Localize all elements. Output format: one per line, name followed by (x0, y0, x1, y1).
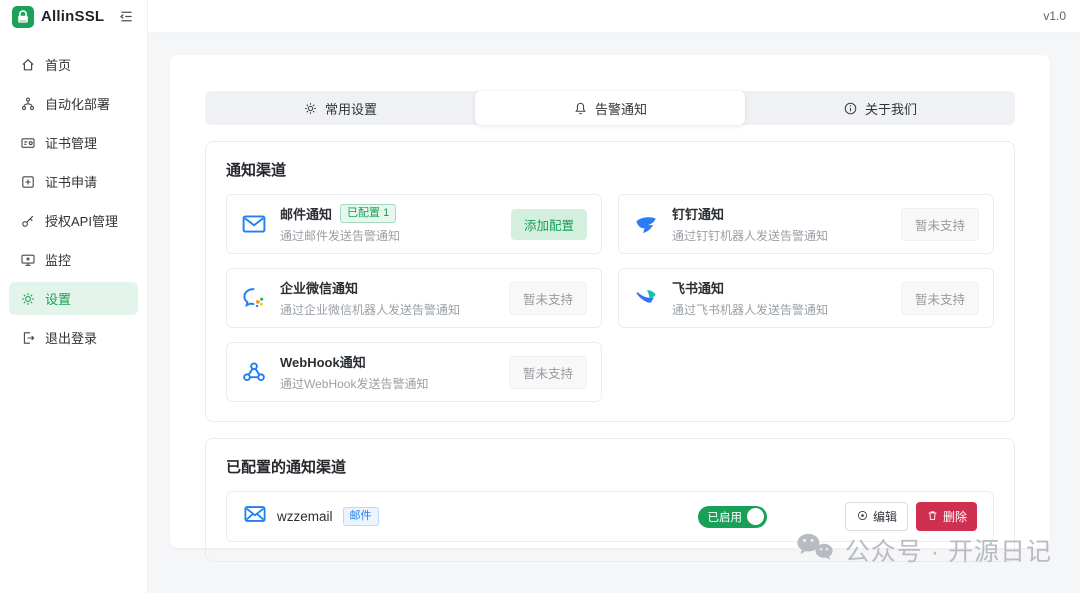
toggle-knob (746, 508, 764, 525)
channel-info: 钉钉通知 通过钉钉机器人发送告警通知 (672, 204, 901, 244)
tab-about-us[interactable]: 关于我们 (745, 91, 1015, 125)
channel-desc: 通过钉钉机器人发送告警通知 (672, 229, 829, 243)
app-title: AllinSSL (41, 8, 105, 25)
toggle-status-label: 已启用 (707, 511, 742, 524)
not-supported-button: 暂未支持 (508, 281, 587, 315)
add-config-button[interactable]: 添加配置 (510, 208, 587, 240)
channel-card-wecom: 企业微信通知 通过企业微信机器人发送告警通知 暂未支持 (226, 268, 602, 328)
channel-info: 飞书通知 通过飞书机器人发送告警通知 (672, 278, 901, 318)
app-logo-lock-icon (12, 5, 34, 28)
settings-tabbar: 常用设置 告警通知 关于我们 (205, 91, 1015, 125)
row-actions: 编辑 删除 (844, 502, 977, 531)
channel-info: WebHook通知 通过WebHook发送告警通知 (280, 352, 509, 392)
feishu-icon (633, 285, 661, 311)
channel-name: 钉钉通知 (672, 207, 725, 222)
not-supported-button: 暂未支持 (508, 355, 587, 389)
sidebar-item-auto-deploy[interactable]: 自动化部署 (9, 87, 138, 120)
tab-label: 常用设置 (324, 101, 377, 117)
monitor-icon (20, 252, 36, 268)
channel-name: 飞书通知 (672, 281, 725, 296)
tab-label: 关于我们 (864, 101, 917, 117)
app-window: AllinSSL 首页 自动化部署 证书管理 证书申请 授权API管理 监控 设… (0, 0, 1080, 593)
settings-card: 常用设置 告警通知 关于我们 通知渠道 邮件通知 已配置 1 通过邮件发送告警通… (170, 55, 1050, 562)
configured-count-badge: 已配置 1 (340, 204, 397, 223)
wechat-icon (795, 531, 835, 569)
sidebar-item-label: 设置 (45, 292, 72, 307)
section-title: 已配置的通知渠道 (226, 459, 347, 476)
channel-card-webhook: WebHook通知 通过WebHook发送告警通知 暂未支持 (226, 342, 602, 402)
sidebar: AllinSSL 首页 自动化部署 证书管理 证书申请 授权API管理 监控 设… (0, 0, 148, 593)
sidebar-item-label: 自动化部署 (45, 97, 111, 112)
enabled-toggle[interactable]: 已启用 (698, 505, 767, 528)
notification-channels-section: 通知渠道 邮件通知 已配置 1 通过邮件发送告警通知 添加配置 钉钉通知 通过钉… (205, 141, 1015, 422)
configured-channel-info: wzzemail 邮件 (243, 502, 698, 531)
configured-channel-name: wzzemail (277, 509, 333, 524)
channel-info: 邮件通知 已配置 1 通过邮件发送告警通知 (280, 204, 511, 244)
channel-card-email: 邮件通知 已配置 1 通过邮件发送告警通知 添加配置 (226, 194, 602, 254)
cert-manage-icon (20, 135, 36, 151)
sidebar-item-monitor[interactable]: 监控 (9, 243, 138, 276)
channel-desc: 通过WebHook发送告警通知 (280, 377, 429, 391)
sidebar-item-logout[interactable]: 退出登录 (9, 321, 138, 354)
email-icon (243, 502, 267, 531)
bell-icon (573, 101, 588, 116)
sidebar-item-label: 授权API管理 (45, 214, 118, 229)
trash-icon (926, 509, 939, 525)
logout-icon (20, 330, 36, 346)
sidebar-item-cert-apply[interactable]: 证书申请 (9, 165, 138, 198)
sidebar-item-label: 退出登录 (45, 331, 98, 346)
sidebar-item-label: 监控 (45, 253, 72, 268)
tab-general-settings[interactable]: 常用设置 (205, 91, 475, 125)
info-icon (843, 101, 858, 116)
sidebar-item-label: 证书申请 (45, 175, 98, 190)
sidebar-item-label: 证书管理 (45, 136, 98, 151)
settings-icon (20, 291, 36, 307)
sidebar-item-settings[interactable]: 设置 (9, 282, 138, 315)
edit-button[interactable]: 编辑 (844, 502, 908, 531)
wecom-icon (241, 285, 269, 311)
cert-apply-icon (20, 174, 36, 190)
channel-name: WebHook通知 (280, 355, 366, 370)
webhook-icon (241, 359, 269, 385)
logo-row: AllinSSL (0, 0, 147, 33)
channel-type-badge: 邮件 (342, 507, 379, 526)
channel-info: 企业微信通知 通过企业微信机器人发送告警通知 (280, 278, 509, 318)
sidebar-item-home[interactable]: 首页 (9, 48, 138, 81)
sidebar-item-cert-manage[interactable]: 证书管理 (9, 126, 138, 159)
watermark-text: 公众号 · 开源日记 (844, 538, 1052, 566)
email-icon (241, 211, 269, 237)
watermark: 公众号 · 开源日记 (795, 531, 1052, 569)
not-supported-button: 暂未支持 (900, 281, 979, 315)
channel-card-feishu: 飞书通知 通过飞书机器人发送告警通知 暂未支持 (618, 268, 994, 328)
channel-desc: 通过飞书机器人发送告警通知 (672, 303, 829, 317)
sidebar-item-api-auth[interactable]: 授权API管理 (9, 204, 138, 237)
content-area: 常用设置 告警通知 关于我们 通知渠道 邮件通知 已配置 1 通过邮件发送告警通… (148, 33, 1080, 593)
dingtalk-icon (633, 211, 661, 237)
sidebar-collapse-icon[interactable] (118, 8, 135, 25)
gear-icon (303, 101, 318, 116)
channel-desc: 通过邮件发送告警通知 (280, 229, 401, 243)
delete-button[interactable]: 删除 (915, 502, 977, 531)
api-auth-icon (20, 213, 36, 229)
channel-desc: 通过企业微信机器人发送告警通知 (280, 303, 461, 317)
delete-button-label: 删除 (942, 510, 967, 524)
tab-label: 告警通知 (594, 101, 647, 117)
home-icon (20, 57, 36, 73)
channel-card-dingtalk: 钉钉通知 通过钉钉机器人发送告警通知 暂未支持 (618, 194, 994, 254)
eye-icon (856, 509, 869, 525)
section-title: 通知渠道 (226, 162, 287, 179)
channel-name: 邮件通知 (280, 207, 333, 222)
deploy-icon (20, 96, 36, 112)
edit-button-label: 编辑 (872, 510, 897, 524)
version-label: v1.0 (1043, 9, 1066, 23)
channel-name: 企业微信通知 (280, 281, 359, 296)
channel-grid: 邮件通知 已配置 1 通过邮件发送告警通知 添加配置 钉钉通知 通过钉钉机器人发… (226, 194, 994, 402)
sidebar-menu: 首页 自动化部署 证书管理 证书申请 授权API管理 监控 设置 退出登录 (0, 33, 147, 354)
topbar: v1.0 (148, 0, 1080, 33)
not-supported-button: 暂未支持 (900, 207, 979, 241)
sidebar-item-label: 首页 (45, 58, 72, 73)
tab-alert-notification[interactable]: 告警通知 (475, 91, 745, 125)
